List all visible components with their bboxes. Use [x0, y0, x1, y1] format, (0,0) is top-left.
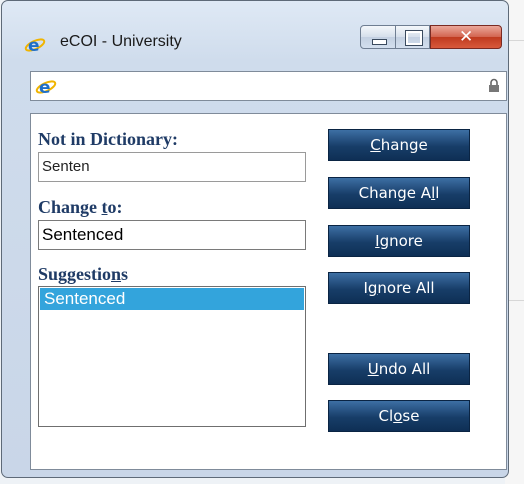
change-to-field[interactable]: Sentenced	[38, 220, 306, 250]
suggestions-label: Suggestions	[38, 264, 129, 284]
dialog-window: e eCOI - University ✕ e Not in Dictionar…	[1, 0, 509, 478]
close-button[interactable]: Close	[328, 400, 470, 432]
suggestions-list[interactable]: Sentenced	[38, 286, 306, 427]
minimize-button[interactable]	[360, 25, 396, 49]
suggestion-item[interactable]: Sentenced	[40, 288, 304, 310]
spell-check-panel: Not in Dictionary: Senten Change to: Sen…	[30, 113, 507, 470]
window-title: eCOI - University	[60, 33, 182, 50]
maximize-icon	[405, 30, 423, 46]
maximize-button[interactable]	[395, 25, 430, 49]
not-in-dictionary-field[interactable]: Senten	[38, 152, 306, 182]
ignore-all-button[interactable]: Ignore All	[328, 272, 470, 304]
lock-icon	[488, 78, 500, 98]
svg-text:e: e	[28, 36, 40, 55]
close-icon: ✕	[459, 27, 474, 47]
undo-all-button[interactable]: Undo All	[328, 353, 470, 385]
ie-icon: e	[35, 77, 57, 102]
minimize-icon	[372, 39, 387, 45]
title-bar[interactable]: e eCOI - University ✕	[2, 1, 508, 56]
ignore-button[interactable]: Ignore	[328, 225, 470, 257]
change-to-label: Change to:	[38, 197, 123, 217]
address-bar[interactable]: e	[30, 71, 507, 101]
not-in-dictionary-label: Not in Dictionary:	[38, 129, 178, 149]
change-all-button[interactable]: Change All	[328, 177, 470, 209]
change-button[interactable]: Change	[328, 129, 470, 161]
ie-icon: e	[24, 35, 46, 60]
close-window-button[interactable]: ✕	[430, 25, 502, 49]
svg-text:e: e	[39, 78, 51, 97]
